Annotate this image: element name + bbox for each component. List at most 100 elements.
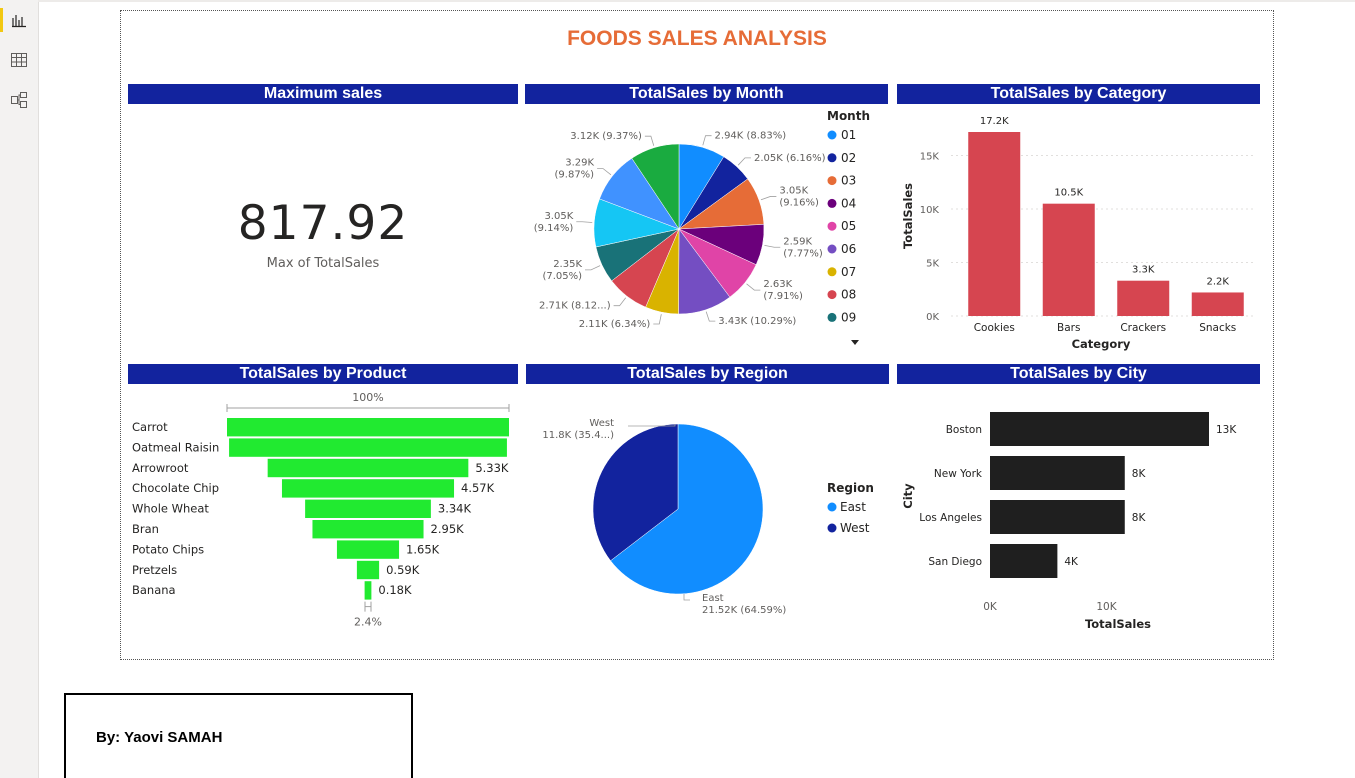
pie-leader-line: [705, 311, 716, 322]
pie-data-label: 3.05K (9.16%): [779, 185, 819, 208]
model-icon: [11, 92, 27, 108]
region-pie-chart[interactable]: East 21.52K (64.59%) West 11.8K (35.4...) Re…: [526, 386, 889, 636]
city-chart-header: TotalSales by City: [897, 364, 1260, 384]
funnel-data-label: 2.95K: [431, 522, 465, 536]
legend-item-west[interactable]: West: [840, 521, 870, 535]
bar-data-label: 8K: [1132, 468, 1147, 480]
left-nav-rail: [0, 0, 39, 778]
y-tick-label: Los Angeles: [919, 512, 982, 524]
funnel-data-label: 1.65K: [406, 542, 440, 556]
funnel-bar-pretzels[interactable]: [356, 560, 380, 580]
pie-leader-line: [702, 135, 712, 146]
legend-item-05[interactable]: 05: [841, 219, 856, 233]
funnel-category-label: Oatmeal Raisin: [132, 440, 219, 454]
city-bar-chart[interactable]: Boston 13K New York 8K Los Angeles 8K San Dieg…: [897, 386, 1260, 636]
legend-item-01[interactable]: 01: [841, 128, 856, 142]
legend-item-07[interactable]: 07: [841, 265, 856, 279]
pie-leader-line: [764, 244, 781, 248]
pie-leader-line: [737, 157, 751, 166]
bar-cookies[interactable]: [968, 132, 1021, 316]
bar-data-label: 13K: [1216, 424, 1237, 436]
funnel-top-percent: 100%: [352, 391, 383, 404]
x-tick-label: Snacks: [1199, 322, 1236, 334]
legend-item-east[interactable]: East: [840, 500, 866, 514]
funnel-bar-carrot[interactable]: [227, 418, 509, 437]
pie-leader-line: [613, 297, 627, 307]
legend-item-02[interactable]: 02: [841, 151, 856, 165]
legend-marker: [827, 176, 837, 186]
category-chart-header: TotalSales by Category: [897, 84, 1260, 104]
y-tick-label: 15K: [920, 152, 940, 163]
funnel-category-label: Chocolate Chip: [132, 481, 219, 495]
card-value[interactable]: 817.92: [128, 196, 518, 251]
legend-marker: [827, 221, 837, 231]
bar-boston[interactable]: [990, 412, 1209, 446]
credit-textbox[interactable]: By: Yaovi SAMAH: [64, 693, 413, 778]
funnel-category-label: Whole Wheat: [132, 502, 209, 516]
funnel-bar-chocolate-chip[interactable]: [281, 479, 455, 498]
funnel-data-label: 5.33K: [475, 461, 509, 475]
region-pie-header: TotalSales by Region: [526, 364, 889, 384]
legend-marker: [827, 290, 837, 300]
y-tick-label: 5K: [926, 259, 939, 270]
funnel-bar-oatmeal-raisin[interactable]: [229, 438, 507, 457]
data-view-button[interactable]: [0, 44, 38, 76]
bar-data-label: 2.2K: [1207, 276, 1230, 287]
product-funnel-chart[interactable]: 100% Carrot Oatmeal Raisin Arrowroot 5.33K Ch…: [128, 386, 518, 636]
y-tick-label: 10K: [920, 205, 940, 216]
month-pie-chart[interactable]: 2.94K (8.83%) 2.05K (6.16%) 3.05K (9.16%) 2.…: [525, 106, 888, 356]
y-axis-title: TotalSales: [901, 183, 915, 249]
bar-snacks[interactable]: [1191, 292, 1244, 316]
x-axis-title: Category: [1072, 337, 1131, 351]
funnel-bar-arrowroot[interactable]: [267, 458, 469, 478]
report-view-button[interactable]: [0, 4, 38, 36]
x-tick-label: 0K: [983, 601, 998, 613]
more-legend-icon[interactable]: [851, 340, 859, 345]
bar-los-angeles[interactable]: [990, 500, 1125, 534]
legend-marker: [827, 198, 837, 208]
bar-data-label: 17.2K: [980, 116, 1009, 127]
legend-item-06[interactable]: 06: [841, 242, 856, 256]
legend-item-04[interactable]: 04: [841, 196, 856, 210]
pie-data-label: 2.11K (6.34%): [579, 319, 651, 330]
funnel-bar-potato-chips[interactable]: [336, 540, 400, 559]
funnel-bar-banana[interactable]: [364, 581, 372, 600]
legend-item-08[interactable]: 08: [841, 288, 856, 302]
funnel-category-label: Pretzels: [132, 563, 177, 577]
legend-title: Month: [827, 109, 870, 123]
x-tick-label: Cookies: [974, 322, 1015, 334]
pie-data-label: 3.05K (9.14%): [534, 211, 574, 234]
legend-item-09[interactable]: 09: [841, 310, 856, 324]
bar-san-diego[interactable]: [990, 544, 1058, 578]
ribbon-divider: [38, 0, 1355, 2]
legend-item-03[interactable]: 03: [841, 174, 856, 188]
pie-leader-line: [760, 196, 777, 201]
funnel-data-label: 0.59K: [386, 563, 420, 577]
model-view-button[interactable]: [0, 84, 38, 116]
legend-title: Region: [827, 481, 874, 495]
bar-crackers[interactable]: [1117, 280, 1170, 316]
pie-data-label: 2.71K (8.12...): [539, 301, 611, 312]
category-bar-chart[interactable]: 0K 5K 10K 15K 17.2K Cookies 10.5K Bars 3.3K Crack…: [897, 106, 1260, 356]
table-grid-icon: [11, 53, 27, 67]
y-axis-title: City: [901, 483, 915, 509]
funnel-category-label: Bran: [132, 522, 159, 536]
y-tick-label: San Diego: [928, 556, 982, 568]
legend-marker: [827, 267, 837, 277]
funnel-bar-whole-wheat[interactable]: [305, 499, 431, 518]
pie-data-label-east: East 21.52K (64.59%): [702, 593, 786, 616]
funnel-category-label: Potato Chips: [132, 542, 204, 556]
funnel-bar-bran[interactable]: [312, 520, 424, 539]
card-label: Max of TotalSales: [266, 256, 380, 271]
y-tick-label: 0K: [926, 312, 939, 323]
bar-new-york[interactable]: [990, 456, 1125, 490]
legend-marker: [827, 153, 837, 163]
pie-data-label: 2.94K (8.83%): [715, 131, 787, 142]
legend-marker: [827, 244, 837, 254]
pie-data-label: 2.05K (6.16%): [754, 153, 826, 164]
pie-data-label: 2.59K (7.77%): [783, 236, 823, 259]
x-tick-label: 10K: [1096, 601, 1117, 613]
legend-marker: [827, 130, 837, 140]
pie-data-label: 2.63K (7.91%): [763, 279, 803, 302]
bar-bars[interactable]: [1042, 203, 1095, 316]
